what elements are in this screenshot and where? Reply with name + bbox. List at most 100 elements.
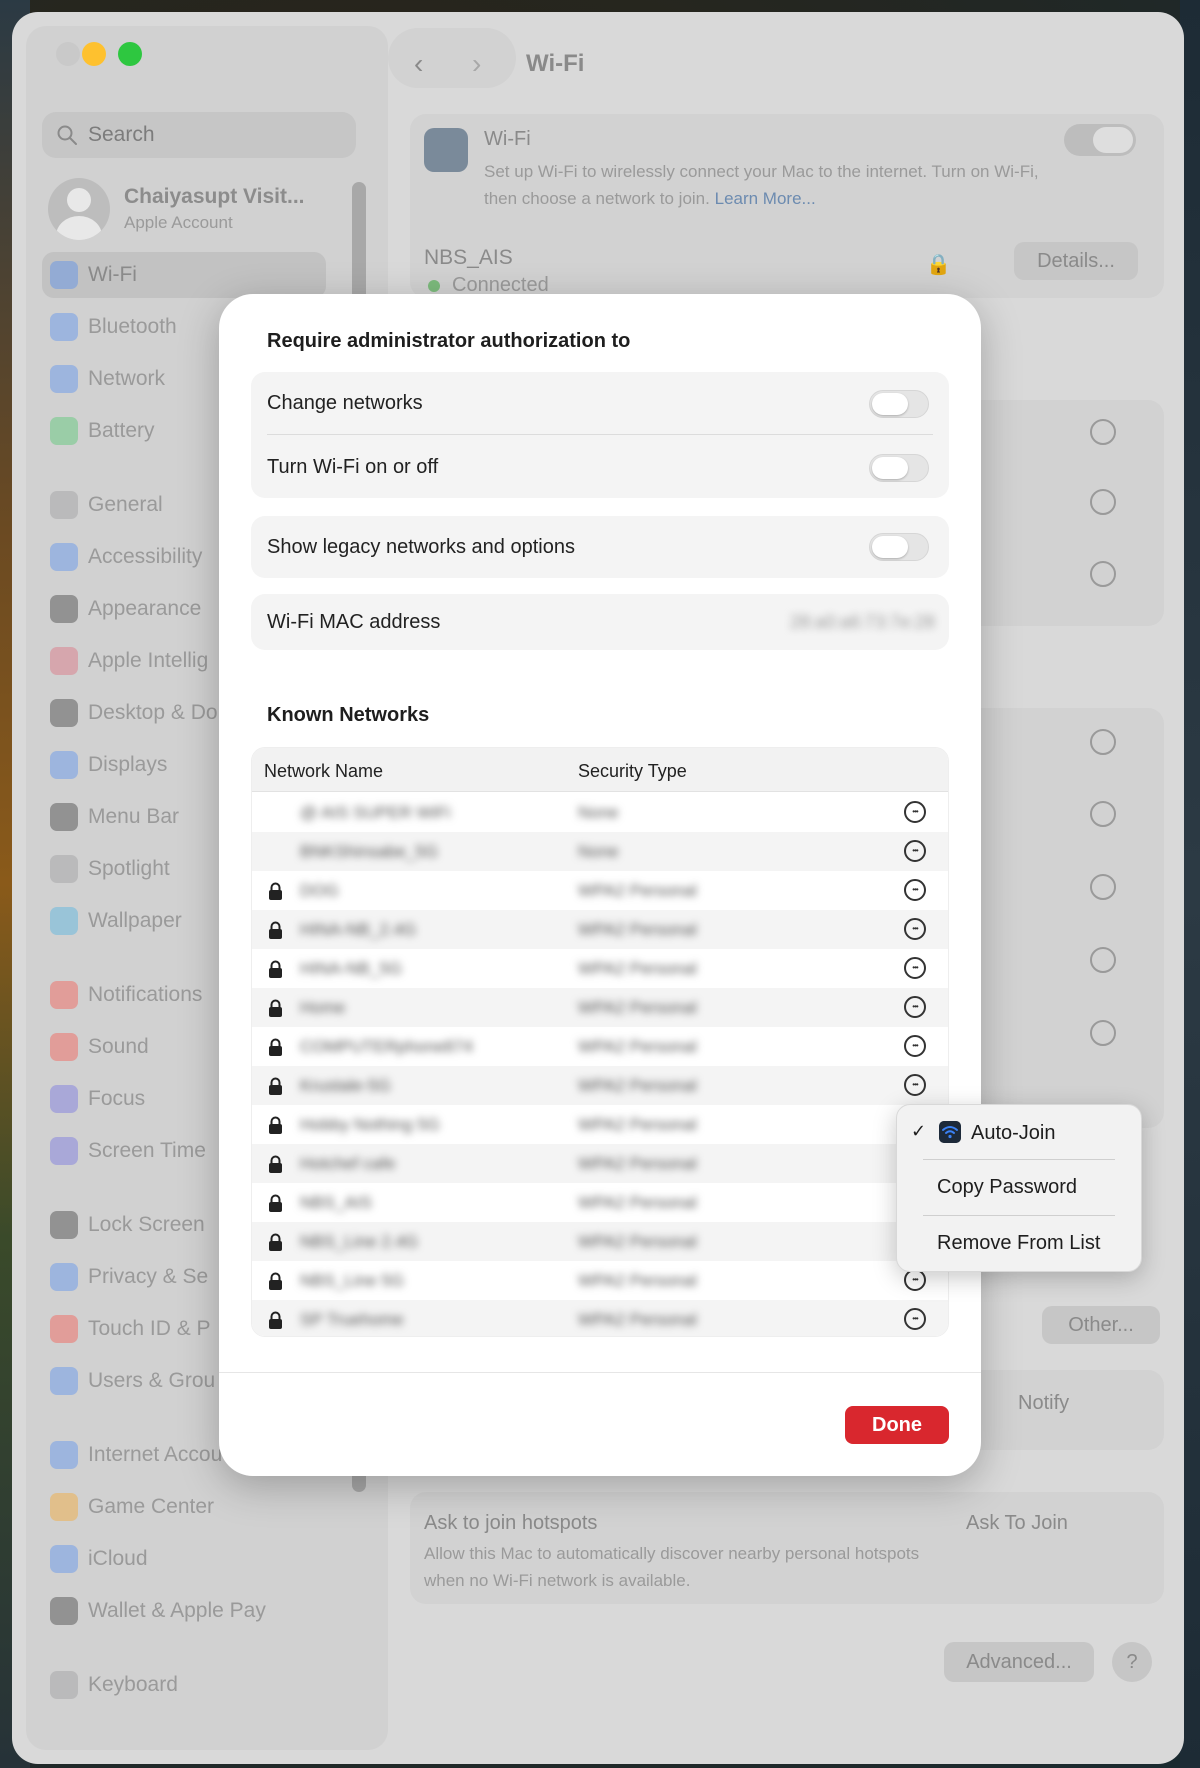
more-icon[interactable] (1090, 1020, 1116, 1046)
table-row[interactable]: NBS_Line 2.4G WPA2 Personal (252, 1222, 948, 1261)
copy-password-menu-item[interactable]: Copy Password (897, 1167, 1141, 1207)
security-type: WPA2 Personal (578, 1310, 697, 1329)
more-options-icon[interactable] (904, 801, 926, 823)
notify-value[interactable]: Notify (1018, 1392, 1069, 1415)
minimize-window-button[interactable] (82, 42, 106, 66)
more-options-icon[interactable] (904, 1269, 926, 1291)
more-icon[interactable] (1090, 947, 1116, 973)
sidebar-item-label: Bluetooth (88, 315, 177, 338)
table-row[interactable]: @ AIS SUPER WiFi None (252, 793, 948, 832)
hotspots-value[interactable]: Ask To Join (966, 1512, 1068, 1535)
column-security-type[interactable]: Security Type (578, 761, 687, 782)
table-row[interactable]: Hotchef cafe WPA2 Personal (252, 1144, 948, 1183)
forward-arrow-icon[interactable]: › (472, 48, 481, 80)
other-button[interactable]: Other... (1042, 1306, 1160, 1344)
more-options-icon[interactable] (904, 1074, 926, 1096)
table-row[interactable]: Hobby Nothing 5G WPA2 Personal (252, 1105, 948, 1144)
details-button[interactable]: Details... (1014, 242, 1138, 280)
more-options-icon[interactable] (904, 1035, 926, 1057)
sidebar-item-keyboard[interactable]: Keyboard (42, 1662, 326, 1708)
sidebar-item-label: Wallet & Apple Pay (88, 1599, 266, 1622)
more-options-icon[interactable] (904, 879, 926, 901)
desktop-icon (50, 699, 78, 727)
account-name: Chaiyasupt Visit... (124, 185, 305, 208)
security-type: None (578, 842, 619, 861)
wifi-card-description: Set up Wi-Fi to wirelessly connect your … (484, 162, 1039, 208)
security-type: WPA2 Personal (578, 1115, 697, 1134)
more-icon[interactable] (1090, 419, 1116, 445)
back-arrow-icon[interactable]: ‹ (414, 48, 423, 80)
table-row[interactable]: BNKShinsabe_5G None (252, 832, 948, 871)
search-field[interactable]: Search (42, 112, 356, 158)
network-context-menu: ✓ Auto-Join Copy Password Remove From Li… (896, 1104, 1142, 1272)
turn-wifi-toggle[interactable] (869, 454, 929, 482)
notifications-icon (50, 981, 78, 1009)
sidebar-item-game-center[interactable]: Game Center (42, 1484, 326, 1530)
column-network-name[interactable]: Network Name (264, 761, 383, 782)
lock-icon (269, 999, 282, 1017)
advanced-button[interactable]: Advanced... (944, 1642, 1094, 1682)
more-options-icon[interactable] (904, 918, 926, 940)
wifi-icon (50, 261, 78, 289)
table-row[interactable]: SP Truehome WPA2 Personal (252, 1300, 948, 1336)
more-options-icon[interactable] (904, 996, 926, 1018)
network-name: BNKShinsabe_5G (300, 842, 438, 861)
security-type: WPA2 Personal (578, 1037, 697, 1056)
avatar (48, 178, 110, 240)
sidebar-item-label: Displays (88, 753, 168, 776)
lock-icon (269, 1233, 282, 1251)
security-type: WPA2 Personal (578, 1271, 697, 1290)
table-row[interactable]: COMPUTERphone874 WPA2 Personal (252, 1027, 948, 1066)
help-button[interactable]: ? (1112, 1642, 1152, 1682)
wifi-card-title: Wi-Fi (484, 128, 531, 150)
connected-dot-icon (428, 279, 440, 292)
table-row[interactable]: DOG WPA2 Personal (252, 871, 948, 910)
network-name: DOG (300, 881, 339, 900)
sidebar-item-label: General (88, 493, 163, 516)
security-type: None (578, 803, 619, 822)
account-subtitle: Apple Account (124, 213, 233, 232)
sidebar-item-wallet-apple-pay[interactable]: Wallet & Apple Pay (42, 1588, 326, 1634)
page-title: Wi-Fi (526, 50, 585, 77)
apple-account[interactable]: Chaiyasupt Visit... Apple Account (48, 178, 305, 240)
table-row[interactable]: Krustale-5G WPA2 Personal (252, 1066, 948, 1105)
table-row[interactable]: HINA-NB_2.4G WPA2 Personal (252, 910, 948, 949)
sidebar-item-wi-fi[interactable]: Wi-Fi (42, 252, 326, 298)
table-row[interactable]: HINA-NB_5G WPA2 Personal (252, 949, 948, 988)
menu-bar-icon (50, 803, 78, 831)
more-options-icon[interactable] (904, 840, 926, 862)
change-networks-label: Change networks (267, 392, 423, 414)
wifi-toggle[interactable] (1064, 124, 1136, 156)
sidebar-item-label: Screen Time (88, 1139, 206, 1162)
sidebar-item-label: Desktop & Do (88, 701, 218, 724)
more-options-icon[interactable] (904, 957, 926, 979)
lock-icon: 🔒 (926, 254, 951, 276)
checkmark-icon: ✓ (911, 1121, 927, 1141)
security-type: WPA2 Personal (578, 1076, 697, 1095)
more-options-icon[interactable] (904, 1308, 926, 1330)
table-row[interactable]: NBS_Line 5G WPA2 Personal (252, 1261, 948, 1300)
sidebar-item-icloud[interactable]: iCloud (42, 1536, 326, 1582)
done-button[interactable]: Done (845, 1406, 949, 1444)
lock-icon (269, 882, 282, 900)
learn-more-link[interactable]: Learn More... (715, 189, 816, 208)
more-icon[interactable] (1090, 561, 1116, 587)
change-networks-toggle[interactable] (869, 390, 929, 418)
table-row[interactable]: Home WPA2 Personal (252, 988, 948, 1027)
more-icon[interactable] (1090, 801, 1116, 827)
auto-join-menu-item[interactable]: ✓ Auto-Join (897, 1113, 1141, 1153)
divider (267, 434, 933, 435)
more-icon[interactable] (1090, 489, 1116, 515)
network-name: @ AIS SUPER WiFi (300, 803, 451, 822)
game-center-icon (50, 1493, 78, 1521)
maximize-window-button[interactable] (118, 42, 142, 66)
remove-from-list-menu-item[interactable]: Remove From List (897, 1223, 1141, 1263)
sidebar-item-label: iCloud (88, 1547, 148, 1570)
table-row[interactable]: NBS_AIS WPA2 Personal (252, 1183, 948, 1222)
legacy-toggle[interactable] (869, 533, 929, 561)
more-icon[interactable] (1090, 874, 1116, 900)
more-icon[interactable] (1090, 729, 1116, 755)
close-window-button[interactable] (56, 42, 80, 66)
privacy-icon (50, 1263, 78, 1291)
lock-icon (269, 1272, 282, 1290)
